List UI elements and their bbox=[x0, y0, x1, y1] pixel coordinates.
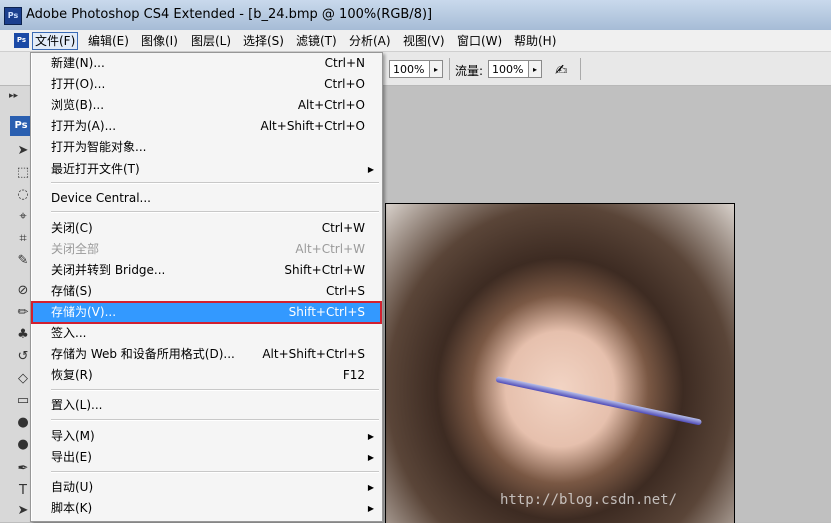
submenu-arrow-icon: ▶ bbox=[367, 165, 374, 174]
photoshop-app-icon[interactable]: Ps bbox=[4, 7, 22, 25]
menu-item-automate[interactable]: 自动(U) ▶ bbox=[33, 478, 380, 497]
ps-tools-button[interactable]: Ps bbox=[10, 116, 32, 136]
menu-edit[interactable]: 编辑(E) bbox=[86, 33, 131, 49]
flow-dropdown-arrow[interactable]: ▸ bbox=[528, 60, 542, 78]
document-image[interactable] bbox=[385, 203, 735, 523]
menu-item-browse[interactable]: 浏览(B)... Alt+Ctrl+O bbox=[33, 96, 380, 115]
opacity-dropdown-arrow[interactable]: ▸ bbox=[429, 60, 443, 78]
menu-bar: Ps 文件(F) 编辑(E) 图像(I) 图层(L) 选择(S) 滤镜(T) 分… bbox=[0, 30, 831, 52]
menu-view[interactable]: 视图(V) bbox=[401, 33, 447, 49]
menu-separator bbox=[51, 211, 379, 213]
menu-item-export[interactable]: 导出(E) ▶ bbox=[33, 448, 380, 467]
ps-logo-icon[interactable]: Ps bbox=[14, 33, 29, 48]
menu-item-new[interactable]: 新建(N)... Ctrl+N bbox=[33, 54, 380, 73]
menu-window[interactable]: 窗口(W) bbox=[455, 33, 504, 49]
menu-item-save[interactable]: 存储(S) Ctrl+S bbox=[33, 282, 380, 301]
menu-item-device-central[interactable]: Device Central... bbox=[33, 189, 380, 208]
expand-panel-icon[interactable]: ▸▸ bbox=[9, 91, 18, 101]
file-menu-dropdown: 新建(N)... Ctrl+N 打开(O)... Ctrl+O 浏览(B)... Al… bbox=[30, 52, 383, 522]
menu-item-open[interactable]: 打开(O)... Ctrl+O bbox=[33, 75, 380, 94]
options-separator bbox=[449, 58, 450, 80]
menu-item-scripts[interactable]: 脚本(K) ▶ bbox=[33, 499, 380, 518]
menu-item-import[interactable]: 导入(M) ▶ bbox=[33, 427, 380, 446]
menu-item-close-go-bridge[interactable]: 关闭并转到 Bridge... Shift+Ctrl+W bbox=[33, 261, 380, 280]
flow-label: 流量: bbox=[455, 64, 484, 78]
menu-item-save-for-web[interactable]: 存储为 Web 和设备所用格式(D)... Alt+Shift+Ctrl+S bbox=[33, 345, 380, 364]
menu-item-revert[interactable]: 恢复(R) F12 bbox=[33, 366, 380, 385]
airbrush-icon[interactable]: ✍ bbox=[555, 61, 568, 79]
options-separator bbox=[580, 58, 581, 80]
menu-item-recent-files[interactable]: 最近打开文件(T) ▶ bbox=[33, 160, 380, 179]
menu-item-check-in[interactable]: 签入... bbox=[33, 324, 380, 343]
title-bar: Ps Adobe Photoshop CS4 Extended - [b_24.… bbox=[0, 0, 831, 30]
menu-separator bbox=[51, 471, 379, 473]
menu-layer[interactable]: 图层(L) bbox=[189, 33, 233, 49]
menu-separator bbox=[51, 389, 379, 391]
menu-separator bbox=[51, 182, 379, 184]
menu-analysis[interactable]: 分析(A) bbox=[347, 33, 393, 49]
menu-help[interactable]: 帮助(H) bbox=[512, 33, 558, 49]
menu-separator bbox=[51, 419, 379, 421]
submenu-arrow-icon: ▶ bbox=[367, 504, 374, 513]
submenu-arrow-icon: ▶ bbox=[367, 432, 374, 441]
menu-file[interactable]: 文件(F) bbox=[32, 32, 79, 50]
submenu-arrow-icon: ▶ bbox=[367, 453, 374, 462]
watermark-text: http://blog.csdn.net/ bbox=[500, 492, 678, 508]
menu-item-place[interactable]: 置入(L)... bbox=[33, 396, 380, 415]
menu-select[interactable]: 选择(S) bbox=[241, 33, 286, 49]
menu-item-open-as[interactable]: 打开为(A)... Alt+Shift+Ctrl+O bbox=[33, 117, 380, 136]
menu-item-close-all: 关闭全部 Alt+Ctrl+W bbox=[51, 242, 365, 256]
menu-item-open-smart-object[interactable]: 打开为智能对象... bbox=[33, 138, 380, 157]
submenu-arrow-icon: ▶ bbox=[367, 483, 374, 492]
menu-image[interactable]: 图像(I) bbox=[139, 33, 180, 49]
window-title: Adobe Photoshop CS4 Extended - [b_24.bmp… bbox=[26, 7, 433, 22]
menu-item-close[interactable]: 关闭(C) Ctrl+W bbox=[33, 219, 380, 238]
menu-item-save-as[interactable]: 存储为(V)... Shift+Ctrl+S bbox=[31, 301, 382, 324]
menu-filter[interactable]: 滤镜(T) bbox=[294, 33, 339, 49]
